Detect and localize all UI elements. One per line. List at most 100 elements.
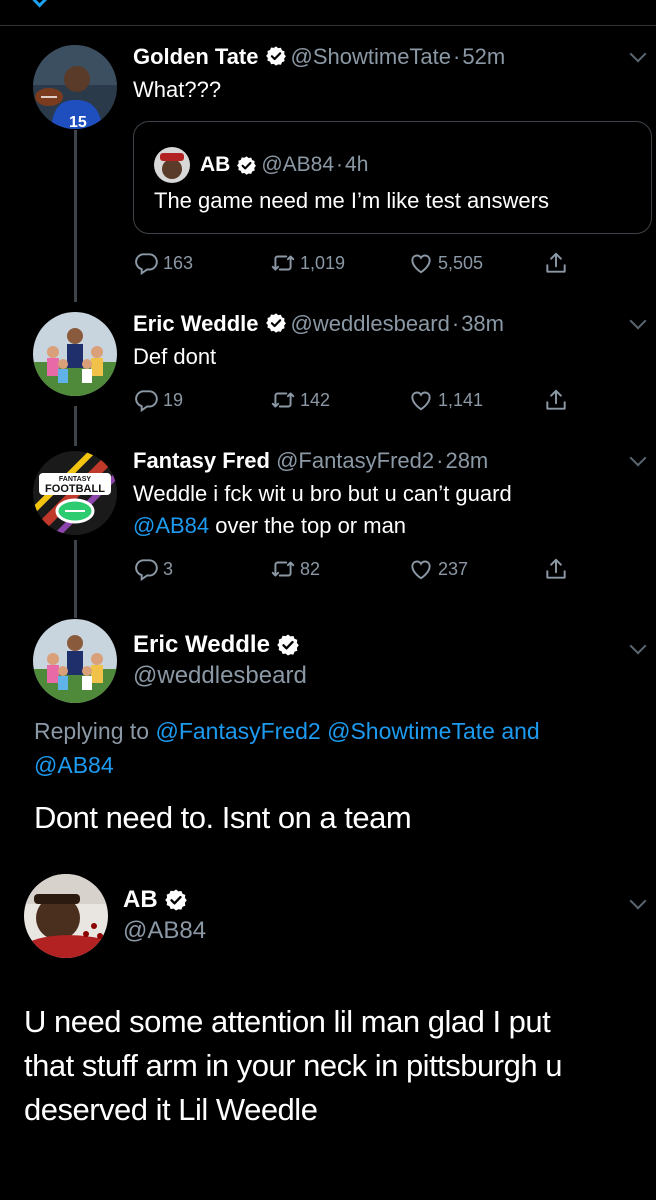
tweet-text: Def dont — [133, 344, 217, 369]
separator-dot: · — [453, 44, 461, 69]
reply-button[interactable]: 3 — [133, 556, 173, 582]
reply-icon — [133, 250, 159, 276]
retweet-button[interactable]: 1,019 — [270, 250, 345, 276]
display-name[interactable]: AB — [123, 886, 158, 914]
focused-tweet-text: Dont need to. Isnt on a team — [34, 800, 412, 835]
mention-link[interactable]: @ShowtimeTate — [327, 718, 495, 744]
verified-icon — [265, 312, 287, 334]
tweet-text: Weddle i fck wit u bro but u can’t guard… — [133, 478, 512, 542]
thread-line — [74, 406, 77, 446]
tweet-actions: 19 142 1,141 — [133, 387, 583, 415]
chevron-down-icon[interactable] — [629, 45, 647, 63]
verified-icon — [236, 155, 257, 176]
tweet-text-line: U need some attention lil man glad I put — [24, 1004, 551, 1039]
retweet-button[interactable]: 82 — [270, 556, 320, 582]
tweet-header: Fantasy Fred @FantasyFred2·28m — [133, 448, 488, 474]
avatar-photo: 15 — [33, 45, 117, 129]
avatar[interactable]: 15 — [33, 45, 117, 129]
like-button[interactable]: 5,505 — [408, 250, 483, 276]
separator-dot: · — [336, 153, 344, 176]
avatar-photo — [33, 312, 117, 396]
mention-link[interactable]: @AB84 — [34, 752, 114, 778]
share-button[interactable] — [543, 250, 573, 276]
timestamp[interactable]: 28m — [445, 448, 488, 473]
tweet-text-line: deserved it Lil Weedle — [24, 1092, 318, 1127]
tweet-text-line: Weddle i fck wit u bro but u can’t guard — [133, 481, 512, 506]
replying-to-prefix: Replying to — [34, 718, 156, 744]
top-bar — [0, 0, 656, 26]
quoted-avatar — [154, 147, 190, 183]
retweet-icon — [270, 387, 296, 413]
display-name[interactable]: Eric Weddle — [133, 311, 259, 336]
timestamp[interactable]: 52m — [462, 44, 505, 69]
replying-to: Replying to @FantasyFred2 @ShowtimeTate … — [34, 714, 634, 782]
retweet-count: 1,019 — [300, 252, 346, 273]
tweet-text-line: that stuff arm in your neck in pittsburg… — [24, 1048, 562, 1083]
display-name: AB — [200, 153, 231, 176]
retweet-icon — [270, 250, 296, 276]
tweet-text-line: over the top or man — [209, 513, 407, 538]
tweet-header: Eric Weddle @weddlesbeard·38m — [133, 311, 504, 337]
reply-button[interactable]: 163 — [133, 250, 193, 276]
mention-link[interactable]: @FantasyFred2 — [155, 718, 320, 744]
share-button[interactable] — [543, 387, 573, 413]
tweet-actions: 3 82 237 — [133, 556, 583, 584]
reply-count: 19 — [163, 389, 184, 410]
avatar-photo — [33, 619, 117, 703]
display-name[interactable]: Golden Tate — [133, 44, 259, 69]
avatar[interactable] — [33, 619, 117, 703]
avatar-photo — [154, 147, 190, 183]
tweet-text: What??? — [133, 77, 222, 102]
user-handle: @AB84 — [261, 153, 335, 176]
avatar[interactable]: FANTASY FOOTBALL — [33, 451, 117, 535]
avatar[interactable] — [33, 312, 117, 396]
like-count: 1,141 — [438, 389, 484, 410]
retweet-count: 142 — [300, 389, 331, 410]
chevron-down-icon[interactable] — [629, 312, 647, 330]
like-button[interactable]: 1,141 — [408, 387, 483, 413]
chevron-down-icon[interactable] — [629, 892, 647, 910]
like-icon — [408, 250, 434, 276]
like-icon — [408, 387, 434, 413]
user-handle[interactable]: @FantasyFred2 — [276, 448, 434, 473]
user-handle[interactable]: @weddlesbeard — [291, 311, 450, 336]
tweet-actions: 163 1,019 5,505 — [133, 250, 583, 278]
display-name[interactable]: Eric Weddle — [133, 631, 270, 659]
display-name-row: AB — [123, 886, 192, 914]
user-handle[interactable]: @ShowtimeTate — [291, 44, 452, 69]
reply-count: 3 — [163, 558, 174, 579]
display-name[interactable]: Fantasy Fred — [133, 448, 270, 473]
display-name-row: Eric Weddle — [133, 631, 304, 659]
chevron-down-icon[interactable] — [629, 449, 647, 467]
verified-icon — [276, 633, 300, 657]
like-count: 237 — [438, 558, 469, 579]
avatar[interactable] — [24, 874, 108, 958]
reply-icon — [133, 556, 159, 582]
avatar-photo — [24, 874, 108, 958]
reply-button[interactable]: 19 — [133, 387, 183, 413]
avatar-logo-text: FANTASY — [59, 476, 91, 483]
avatar-photo: FANTASY FOOTBALL — [33, 451, 117, 535]
reply-tweet-text: U need some attention lil man glad I put… — [24, 1000, 562, 1132]
share-icon — [543, 387, 569, 413]
like-icon — [408, 556, 434, 582]
thread-line — [74, 130, 77, 302]
retweet-icon — [270, 556, 296, 582]
share-button[interactable] — [543, 556, 573, 582]
svg-text:15: 15 — [69, 114, 87, 129]
verified-icon — [265, 45, 287, 67]
replying-to-and[interactable]: and — [501, 718, 539, 744]
mention-link[interactable]: @AB84 — [133, 513, 209, 538]
chevron-down-icon[interactable] — [629, 637, 647, 655]
like-button[interactable]: 237 — [408, 556, 468, 582]
user-handle[interactable]: @AB84 — [123, 917, 206, 945]
retweet-button[interactable]: 142 — [270, 387, 330, 413]
separator-dot: · — [436, 448, 444, 473]
reply-count: 163 — [163, 252, 194, 273]
user-handle[interactable]: @weddlesbeard — [133, 662, 307, 690]
avatar-logo-text: FOOTBALL — [45, 483, 105, 495]
back-arrow-icon[interactable] — [32, 0, 50, 8]
quoted-tweet[interactable]: AB @AB84 · 4h The game need me I’m like tes… — [133, 121, 652, 234]
tweet-header: Golden Tate @ShowtimeTate·52m — [133, 44, 505, 70]
timestamp[interactable]: 38m — [461, 311, 504, 336]
